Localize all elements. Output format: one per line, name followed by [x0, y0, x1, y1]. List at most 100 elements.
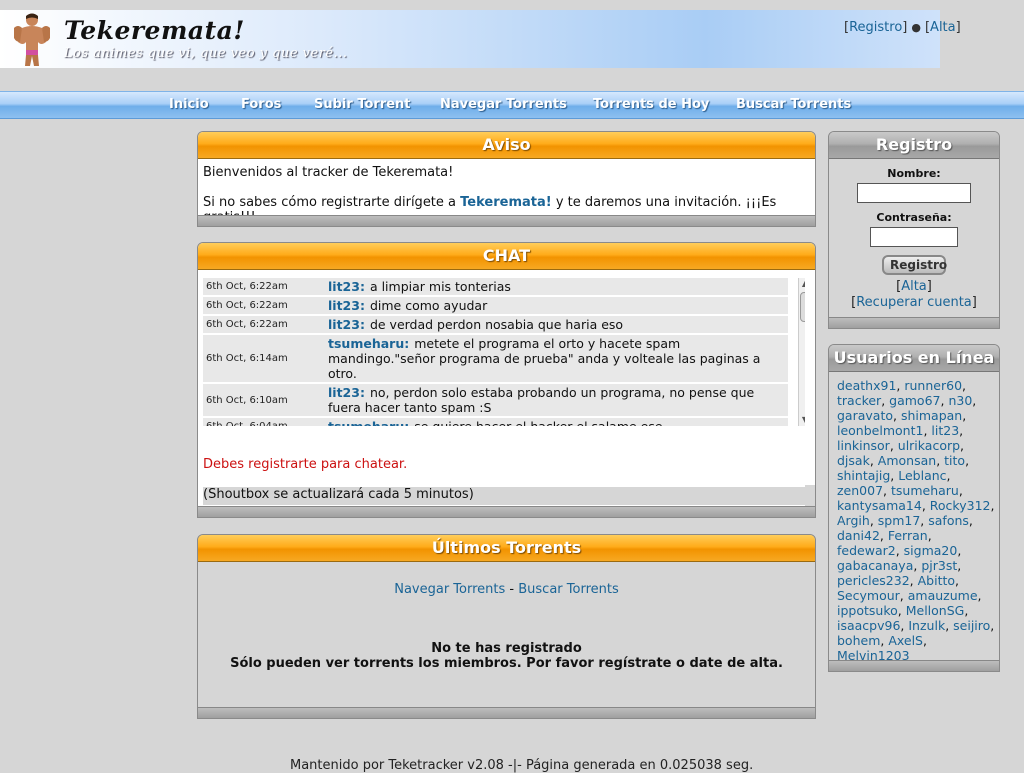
- online-user-link[interactable]: garavato: [837, 408, 893, 423]
- online-user-link[interactable]: Argih: [837, 513, 870, 528]
- registro-panel: Registro Nombre: Contraseña: Registro [A…: [828, 131, 1000, 329]
- online-user-link[interactable]: lit23: [931, 423, 959, 438]
- chat-message: tsumeharu: se quiere hacer el hacker el s…: [325, 418, 788, 426]
- chat-timestamp: 6th Oct, 6:22am: [203, 278, 325, 295]
- online-user-link[interactable]: sigma20: [904, 543, 958, 558]
- page-footer: Mantenido por Teketracker v2.08 -|- Pági…: [290, 758, 754, 773]
- online-user-link[interactable]: Secymour: [837, 588, 900, 603]
- bullet-icon: ●: [911, 21, 921, 34]
- online-user-link[interactable]: gamo67: [889, 393, 940, 408]
- online-user-link[interactable]: linkinsor: [837, 438, 890, 453]
- chat-timestamp: 6th Oct, 6:10am: [203, 384, 325, 416]
- chat-text: se quiere hacer el hacker el salame ese.: [414, 419, 666, 426]
- panel-footer: [198, 707, 815, 718]
- online-user-link[interactable]: n30: [948, 393, 972, 408]
- online-user-link[interactable]: kantysama14: [837, 498, 922, 513]
- chat-text: de verdad perdon nosabia que haria eso: [369, 317, 624, 332]
- latest-torrents-title: Últimos Torrents: [198, 535, 815, 562]
- online-user-link[interactable]: MellonSG: [906, 603, 965, 618]
- chat-message-row: 6th Oct, 6:22am lit23: de verdad perdon no…: [203, 316, 788, 333]
- nombre-input[interactable]: [857, 183, 971, 203]
- chat-username-link[interactable]: tsumeharu:: [328, 419, 409, 426]
- aviso-panel: Aviso Bienvenidos al tracker de Tekerema…: [197, 131, 816, 227]
- online-user-link[interactable]: Abitto: [918, 573, 955, 588]
- chat-scrollbar[interactable]: ▲ ▼: [798, 278, 805, 426]
- nav-navegar-torrents[interactable]: Navegar Torrents: [440, 97, 567, 112]
- chat-username-link[interactable]: tsumeharu:: [328, 336, 409, 351]
- online-user-link[interactable]: leonbelmont1: [837, 423, 923, 438]
- sidebar-alta-link[interactable]: Alta: [901, 279, 927, 294]
- chat-message-row: 6th Oct, 6:22am lit23: dime como ayudar: [203, 297, 788, 314]
- online-user-link[interactable]: isaacpv96: [837, 618, 900, 633]
- nav-torrents-de-hoy[interactable]: Torrents de Hoy: [593, 97, 709, 112]
- online-user-link[interactable]: Amonsan: [878, 453, 936, 468]
- password-input[interactable]: [870, 227, 958, 247]
- chat-username-link[interactable]: lit23:: [328, 317, 365, 332]
- online-user-link[interactable]: pjr3st: [921, 558, 957, 573]
- online-user-link[interactable]: spm17: [878, 513, 921, 528]
- alta-link[interactable]: Alta: [930, 20, 956, 35]
- browse-torrents-link[interactable]: Navegar Torrents: [394, 582, 505, 597]
- chat-table: 6th Oct, 6:22am lit23: a limpiar mis tonte…: [203, 276, 788, 426]
- online-user-link[interactable]: tito: [944, 453, 965, 468]
- chat-message-row: 6th Oct, 6:14am tsumeharu: metete el progr…: [203, 335, 788, 382]
- chat-refresh-note: (Shoutbox se actualizará cada 5 minutos): [203, 487, 810, 505]
- panel-footer: [198, 506, 815, 517]
- chat-messages[interactable]: 6th Oct, 6:22am lit23: a limpiar mis tonte…: [203, 276, 805, 426]
- online-user-link[interactable]: seijiro: [953, 618, 990, 633]
- main-nav: Inicio Foros Subir Torrent Navegar Torre…: [0, 91, 1024, 119]
- chat-message-row: 6th Oct, 6:22am lit23: a limpiar mis tonte…: [203, 278, 788, 295]
- online-user-link[interactable]: ulrikacorp: [898, 438, 960, 453]
- recuperar-cuenta-link[interactable]: Recuperar cuenta: [856, 295, 972, 310]
- online-user-link[interactable]: zen007: [837, 483, 883, 498]
- online-user-link[interactable]: gabacanaya: [837, 558, 913, 573]
- chat-username-link[interactable]: lit23:: [328, 279, 365, 294]
- registro-links: [Alta] [Recuperar cuenta]: [851, 279, 977, 310]
- online-user-link[interactable]: Ferran: [888, 528, 928, 543]
- online-user-link[interactable]: Leblanc: [898, 468, 946, 483]
- online-user-link[interactable]: djsak: [837, 453, 870, 468]
- aviso-title: Aviso: [198, 132, 815, 159]
- nav-buscar-torrents[interactable]: Buscar Torrents: [736, 97, 851, 112]
- online-user-link[interactable]: deathx91: [837, 378, 896, 393]
- registro-link[interactable]: Registro: [849, 20, 902, 35]
- chat-message-row: 6th Oct, 6:10am lit23: no, perdon solo est…: [203, 384, 788, 416]
- online-user-link[interactable]: shintajig: [837, 468, 890, 483]
- chat-message: lit23: de verdad perdon nosabia que haria…: [325, 316, 788, 333]
- online-user-link[interactable]: pericles232: [837, 573, 910, 588]
- chat-username-link[interactable]: lit23:: [328, 298, 365, 313]
- nav-foros[interactable]: Foros: [241, 97, 281, 112]
- online-user-link[interactable]: bohem: [837, 633, 880, 648]
- online-user-link[interactable]: Rocky312: [930, 498, 991, 513]
- scroll-down-icon[interactable]: ▼: [799, 414, 805, 426]
- site-header: Tekeremata! Los animes que vi, que veo y…: [0, 10, 961, 68]
- nav-subir-torrent[interactable]: Subir Torrent: [314, 97, 411, 112]
- online-user-link[interactable]: runner60: [904, 378, 962, 393]
- online-user-link[interactable]: dani42: [837, 528, 880, 543]
- scroll-up-icon[interactable]: ▲: [799, 278, 805, 290]
- tekeremata-link[interactable]: Tekeremata!: [460, 195, 552, 210]
- nombre-label: Nombre:: [887, 167, 941, 180]
- chat-timestamp: 6th Oct, 6:22am: [203, 297, 325, 314]
- online-user-link[interactable]: AxelS: [888, 633, 923, 648]
- chat-message: lit23: no, perdon solo estaba probando un…: [325, 384, 788, 416]
- online-user-link[interactable]: tsumeharu: [891, 483, 959, 498]
- online-user-link[interactable]: tracker: [837, 393, 881, 408]
- panel-footer: [198, 215, 815, 226]
- chat-title: CHAT: [198, 243, 815, 270]
- online-user-link[interactable]: amauzume: [908, 588, 978, 603]
- online-user-link[interactable]: fedewar2: [837, 543, 896, 558]
- members-only-message: No te has registrado Sólo pueden ver tor…: [230, 641, 783, 671]
- online-user-link[interactable]: shimapan: [901, 408, 962, 423]
- search-torrents-link[interactable]: Buscar Torrents: [518, 582, 619, 597]
- online-user-link[interactable]: safons: [928, 513, 969, 528]
- chat-message-row: 6th Oct, 6:04amtsumeharu: se quiere hacer…: [203, 418, 788, 426]
- online-user-link[interactable]: Inzulk: [908, 618, 945, 633]
- registro-button[interactable]: Registro: [882, 255, 947, 275]
- chat-login-warning: Debes registrarte para chatear.: [203, 457, 408, 472]
- online-user-link[interactable]: ippotsuko: [837, 603, 898, 618]
- nav-inicio[interactable]: Inicio: [169, 97, 209, 112]
- logo-bodybuilder-icon[interactable]: [8, 12, 56, 66]
- chat-username-link[interactable]: lit23:: [328, 385, 365, 400]
- scroll-thumb[interactable]: [800, 292, 805, 322]
